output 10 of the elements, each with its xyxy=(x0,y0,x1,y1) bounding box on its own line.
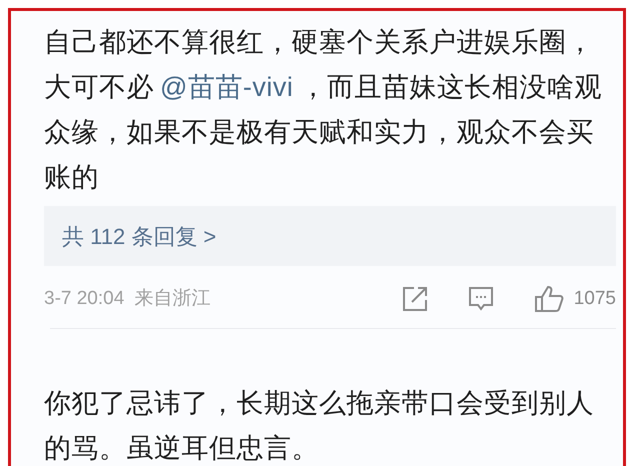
comment-text: 自己都还不算很红，硬塞个关系户进娱乐圈，大可不必 @苗苗-vivi ，而且苗妹这长相没啥观众缘，如果不是极有天赋和实力，观众不会买账的 xyxy=(44,26,603,194)
comment-text: 你犯了忌讳了，长期这么拖亲带口会受到别人的骂。虽逆耳但忠言。 xyxy=(44,387,595,465)
comment-location: 来自浙江 xyxy=(134,286,210,311)
replies-link[interactable]: 共 112 条回复 > xyxy=(44,206,616,266)
like-count: 1075 xyxy=(574,286,616,311)
thumbs-up-icon[interactable] xyxy=(534,285,564,313)
comment-time: 3-7 20:04 xyxy=(44,286,124,311)
share-icon[interactable] xyxy=(402,286,428,312)
user-mention-link[interactable]: @苗苗-vivi xyxy=(160,72,294,102)
comment-icon[interactable] xyxy=(468,286,494,312)
